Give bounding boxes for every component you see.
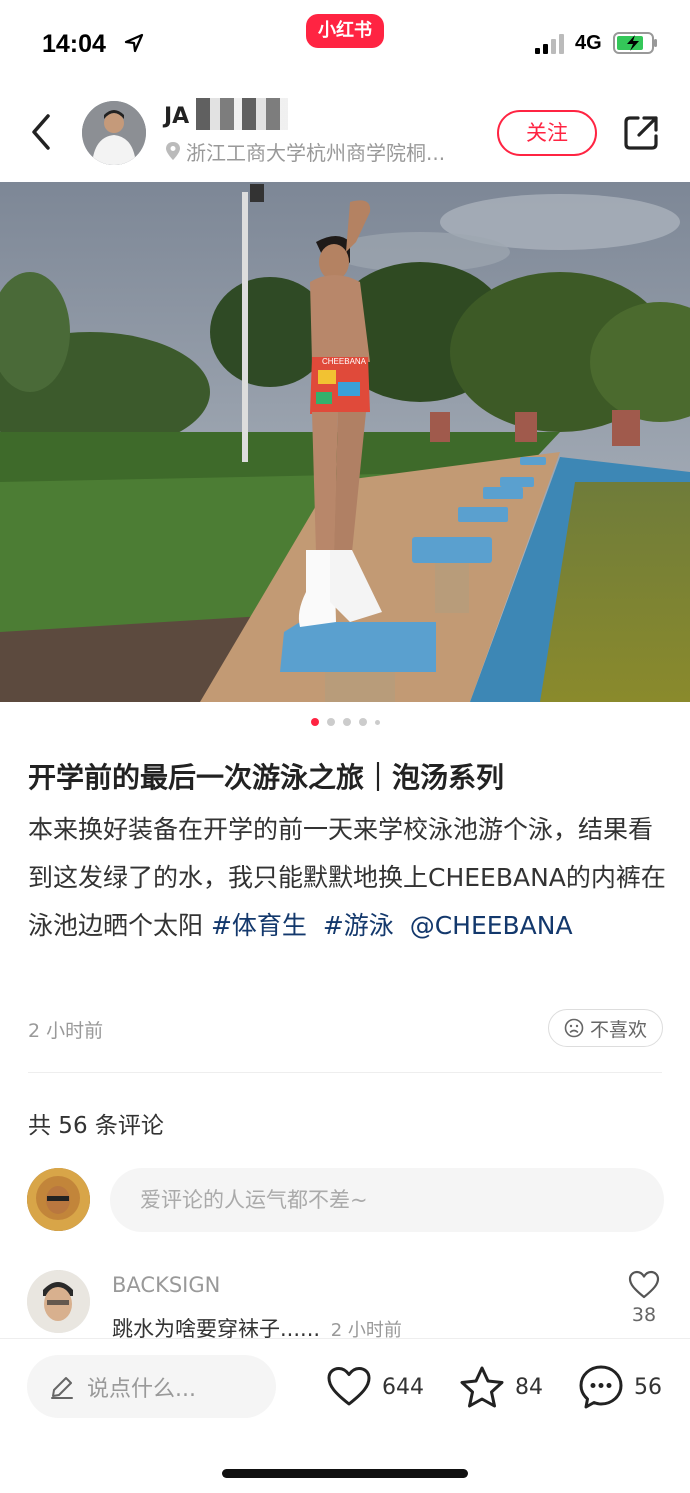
- comment-like-count: 38: [631, 1304, 657, 1326]
- dislike-button[interactable]: 不喜欢: [548, 1009, 663, 1047]
- comment-bubble-icon: [579, 1365, 623, 1409]
- location-arrow-icon: [124, 33, 144, 53]
- my-avatar: [27, 1168, 90, 1231]
- heart-icon: [628, 1270, 660, 1299]
- signal-icon: [535, 34, 564, 54]
- carousel-dots: [0, 718, 690, 730]
- tag-swimming[interactable]: #游泳: [323, 911, 394, 940]
- divider: [28, 1072, 662, 1073]
- mention-cheebana[interactable]: @CHEEBANA: [410, 911, 573, 940]
- comment-like-button[interactable]: 38: [624, 1270, 664, 1332]
- carousel-dot[interactable]: [326, 718, 335, 726]
- carousel-dot[interactable]: [374, 720, 380, 725]
- like-button[interactable]: 644: [326, 1363, 424, 1411]
- author-name[interactable]: JA: [164, 104, 189, 129]
- collect-count: 84: [515, 1374, 543, 1400]
- say-something-input[interactable]: 说点什么...: [27, 1355, 276, 1418]
- location-text: 浙江工商大学杭州商学院桐...: [186, 140, 446, 165]
- follow-button[interactable]: 关注: [497, 110, 597, 156]
- commenter-avatar[interactable]: [27, 1270, 90, 1333]
- status-time: 14:04: [42, 30, 106, 58]
- home-indicator[interactable]: [222, 1469, 468, 1478]
- app-logo: 小红书: [306, 14, 384, 48]
- like-count: 644: [382, 1374, 424, 1400]
- dislike-label: 不喜欢: [589, 1018, 647, 1041]
- pin-icon: [166, 142, 180, 160]
- pencil-icon: [51, 1376, 73, 1399]
- carousel-dot[interactable]: [358, 718, 367, 726]
- comment-count: 56: [634, 1374, 662, 1400]
- status-bar: 14:04 小红书 4G: [0, 0, 690, 88]
- post-time: 2 小时前: [28, 1020, 104, 1042]
- say-placeholder: 说点什么...: [87, 1376, 196, 1402]
- swimsuit-text: CHEEBANA: [322, 357, 367, 366]
- sad-face-icon: [564, 1018, 584, 1038]
- post-title: 开学前的最后一次游泳之旅｜泡汤系列: [28, 761, 505, 794]
- battery-charging-icon: [613, 32, 657, 54]
- post-photo[interactable]: CHEEBANA: [0, 182, 690, 702]
- star-icon: [460, 1366, 504, 1408]
- author-avatar[interactable]: [82, 101, 146, 165]
- network-label: 4G: [575, 32, 602, 54]
- carousel-dot[interactable]: [342, 718, 351, 726]
- comment-button[interactable]: 56: [578, 1363, 662, 1411]
- post-body: 本来换好装备在开学的前一天来学校泳池游个泳，结果看到这发绿了的水，我只能默默地换…: [28, 806, 668, 950]
- comments-count: 共 56 条评论: [28, 1113, 164, 1139]
- comment-input[interactable]: 爱评论的人运气都不差~: [110, 1168, 664, 1232]
- heart-icon: [327, 1367, 371, 1406]
- tag-sports-student[interactable]: #体育生: [211, 911, 307, 940]
- share-icon[interactable]: [622, 114, 660, 152]
- location-row[interactable]: 浙江工商大学杭州商学院桐...: [164, 138, 474, 165]
- collect-button[interactable]: 84: [459, 1363, 543, 1411]
- post-header: JA 浙江工商大学杭州商学院桐... 关注: [0, 88, 690, 182]
- carousel-dot[interactable]: [310, 718, 319, 726]
- comment-username[interactable]: BACKSIGN: [112, 1273, 220, 1297]
- name-blur-mask: [196, 98, 288, 130]
- back-arrow-icon[interactable]: [26, 110, 58, 154]
